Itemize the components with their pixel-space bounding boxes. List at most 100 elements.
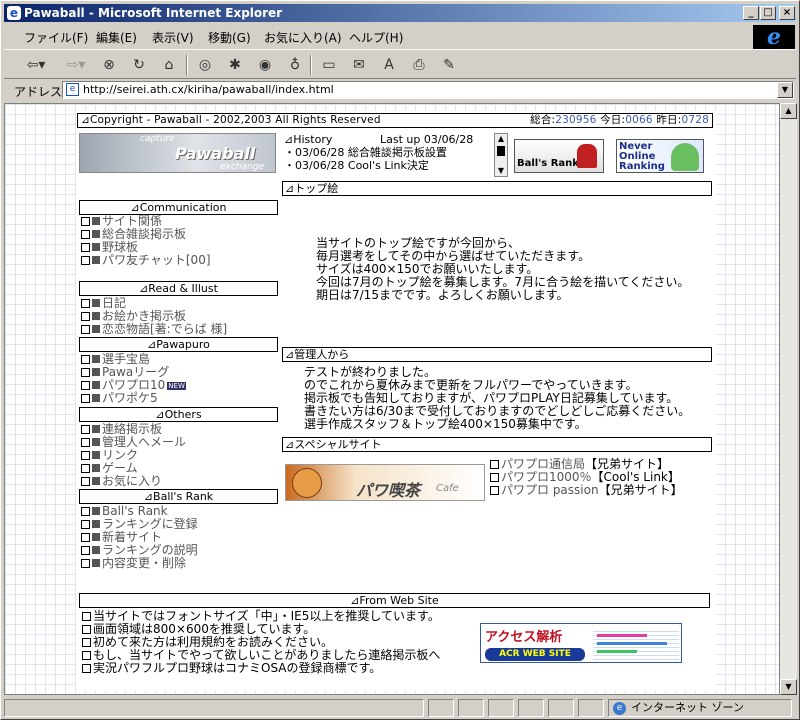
new-badge: NEW: [167, 382, 186, 390]
never-online-ranking-banner[interactable]: Never Online Ranking: [616, 139, 704, 173]
bar-graph-icon: [593, 628, 679, 660]
stop-icon[interactable]: ⊗: [98, 54, 120, 76]
toolbar: ⇦▾ ⇨▾ ⊗ ↻ ⌂ ◎ ✱ ◉ ♁ ▭ ✉ A ⎙ ✎: [4, 49, 796, 79]
history-lastup: Last up 03/06/28: [380, 133, 474, 146]
page-scrollbar[interactable]: ▲ ▼: [780, 103, 797, 695]
menu-edit[interactable]: 編集(E): [96, 29, 137, 46]
character-icon: [671, 143, 699, 171]
section-from-web-site: ⊿From Web Site: [79, 593, 710, 608]
history-icon[interactable]: ♁: [284, 54, 306, 76]
address-label: アドレス: [14, 85, 63, 99]
nav-pawapuro: 選手宝島 Pawaリーグ パワプロ10 NEW パワポケ5: [81, 353, 186, 405]
top-picture-text: 当サイトのトップ絵ですが今回から、 毎月選考をしてその中から選ばせていただきます…: [316, 236, 690, 302]
acr-banner[interactable]: アクセス解析 ACR WEB SITE: [480, 623, 682, 663]
nav-item-story[interactable]: 恋恋物語[著:でらば 様]: [81, 323, 227, 336]
history-scrollbar[interactable]: ▲ ▼: [494, 133, 508, 177]
section-pawapuro: ⊿Pawapuro: [79, 337, 278, 352]
favorites-icon[interactable]: ✱: [224, 54, 246, 76]
maximize-button[interactable]: □: [760, 6, 776, 20]
nav-balls-rank: Ball's Rank ランキングに登録 新着サイト ランキングの説明 内容変更…: [81, 505, 198, 570]
total-count: 230956: [555, 114, 597, 126]
admin-text: テストが終わりました。 のでこれから夏休みまで更新をフルパワーでやっていきます。…: [304, 365, 691, 431]
nav-item-edit-delete[interactable]: 内容変更・削除: [81, 557, 198, 570]
history-line: ・03/06/28 総合雑談掲示板設置: [284, 146, 447, 159]
logo-text: Pawaball: [175, 144, 256, 163]
page-viewport: ⊿Copyright - Pawaball - 2002,2003 All Ri…: [4, 103, 780, 695]
title-bar: e Pawaball - Microsoft Internet Explorer…: [4, 4, 796, 22]
menu-bar: ファイル(F) 編集(E) 表示(V) 移動(G) お気に入り(A) ヘルプ(H…: [4, 25, 752, 47]
menu-file[interactable]: ファイル(F): [24, 29, 88, 46]
section-communication: ⊿Communication: [79, 200, 278, 215]
window-title: Pawaball - Microsoft Internet Explorer: [24, 6, 283, 20]
minimize-button[interactable]: _: [743, 6, 759, 20]
nav-others: 連絡掲示板 管理人へメール リンク ゲーム お気に入り: [81, 423, 186, 488]
edit-icon[interactable]: ✎: [438, 54, 460, 76]
menu-go[interactable]: 移動(G): [208, 29, 251, 46]
toolbar-separator: [186, 55, 188, 75]
history-box: ⊿History Last up 03/06/28 ・03/06/28 総合雑談…: [284, 133, 494, 177]
address-url: http://seirei.ath.cx/kiriha/pawaball/ind…: [83, 83, 334, 96]
history-title: ⊿History: [284, 133, 333, 146]
history-scroll-down-icon[interactable]: ▼: [495, 166, 507, 176]
site-logo[interactable]: capture Pawaball exchange: [79, 133, 276, 173]
mail-icon[interactable]: ✉: [348, 54, 370, 76]
nav-read-illust: 日記 お絵かき掲示板 恋恋物語[著:でらば 様]: [81, 297, 227, 336]
player-icon: [577, 144, 597, 168]
copyright-bar: ⊿Copyright - Pawaball - 2002,2003 All Ri…: [77, 113, 713, 128]
footer-notes: 当サイトではフォントサイズ「中」・IE5以上を推奨しています。 画面領域は800…: [82, 610, 440, 675]
refresh-icon[interactable]: ↻: [128, 54, 150, 76]
font-size-icon[interactable]: A: [378, 54, 400, 76]
fullscreen-icon[interactable]: ▭: [318, 54, 340, 76]
section-special: ⊿スペシャルサイト: [282, 437, 712, 452]
section-others: ⊿Others: [79, 407, 278, 422]
logo-small-top: capture: [140, 134, 175, 144]
section-top-picture: ⊿トップ絵: [282, 181, 712, 196]
pawa-cafe-banner[interactable]: パワ喫茶 Cafe: [285, 464, 485, 501]
nav-item-pawapoke5[interactable]: パワポケ5: [81, 392, 186, 405]
copyright-text: ⊿Copyright - Pawaball - 2002,2003 All Ri…: [81, 114, 381, 126]
today-count: 0066: [625, 114, 653, 126]
menu-view[interactable]: 表示(V): [152, 29, 194, 46]
page-content: ⊿Copyright - Pawaball - 2002,2003 All Ri…: [76, 111, 716, 691]
search-icon[interactable]: ◎: [194, 54, 216, 76]
character-face-icon: [292, 468, 322, 498]
address-dropdown-icon[interactable]: ▼: [777, 82, 793, 98]
ie-icon: e: [7, 6, 21, 20]
nav-communication: サイト関係 総合雑談掲示板 野球板 パワ友チャット[00]: [81, 215, 211, 267]
balls-rank-banner[interactable]: Ball's Rank: [514, 139, 604, 173]
scroll-up-icon[interactable]: ▲: [780, 103, 797, 119]
yesterday-count: 0728: [681, 114, 709, 126]
back-icon[interactable]: ⇦▾: [22, 54, 50, 76]
ie-logo-icon: e: [753, 25, 795, 49]
page-icon: e: [66, 83, 79, 96]
status-text-pane: [4, 699, 424, 717]
browser-window: e Pawaball - Microsoft Internet Explorer…: [0, 0, 800, 720]
status-zone: e インターネット ゾーン: [608, 699, 792, 717]
forward-icon[interactable]: ⇨▾: [62, 54, 90, 76]
history-scroll-up-icon[interactable]: ▲: [495, 134, 507, 144]
status-bar: e インターネット ゾーン: [4, 698, 796, 718]
section-admin: ⊿管理人から: [282, 347, 712, 362]
access-counter: 総合:230956 今日:0066 昨日:0728: [530, 114, 709, 126]
section-balls-rank: ⊿Ball's Rank: [79, 489, 278, 504]
globe-icon: e: [613, 702, 626, 715]
special-link-passion[interactable]: パワプロ passion【兄弟サイト】: [490, 484, 683, 497]
media-icon[interactable]: ◉: [254, 54, 276, 76]
toolbar-separator: [310, 55, 312, 75]
home-icon[interactable]: ⌂: [158, 54, 180, 76]
address-input[interactable]: e http://seirei.ath.cx/kiriha/pawaball/i…: [62, 81, 794, 99]
nav-item-favorites[interactable]: お気に入り: [81, 475, 186, 488]
special-links: パワプロ通信局【兄弟サイト】 パワプロ1000％【Cool's Link】 パワ…: [490, 458, 683, 497]
history-line: ・03/06/28 Cool's Link決定: [284, 159, 429, 172]
address-bar: アドレス e http://seirei.ath.cx/kiriha/pawab…: [4, 80, 796, 100]
close-button[interactable]: ×: [779, 6, 795, 20]
nav-item-general-board[interactable]: 総合雑談掲示板: [81, 228, 211, 241]
nav-item-chat[interactable]: パワ友チャット[00]: [81, 254, 211, 267]
menu-help[interactable]: ヘルプ(H): [349, 29, 403, 46]
history-scroll-thumb[interactable]: [497, 146, 505, 156]
menu-favorites[interactable]: お気に入り(A): [264, 29, 342, 46]
logo-small-bottom: exchange: [220, 162, 264, 172]
scroll-down-icon[interactable]: ▼: [780, 679, 797, 695]
print-icon[interactable]: ⎙: [408, 54, 430, 76]
section-read-illust: ⊿Read & Illust: [79, 281, 278, 296]
